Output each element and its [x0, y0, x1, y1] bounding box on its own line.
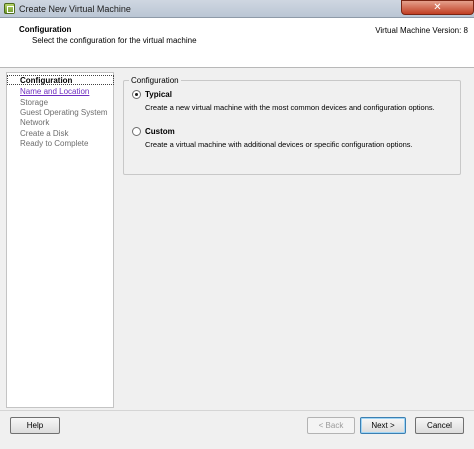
wizard-header: Configuration Select the configuration f… [0, 18, 474, 68]
help-button[interactable]: Help [10, 417, 60, 434]
back-button[interactable]: < Back [307, 417, 355, 434]
step-create-disk: Create a Disk [20, 129, 69, 138]
next-button[interactable]: Next > [360, 417, 406, 434]
custom-description: Create a virtual machine with additional… [145, 140, 413, 149]
cancel-button[interactable]: Cancel [415, 417, 464, 434]
vm-app-icon [4, 3, 15, 14]
step-ready-to-complete: Ready to Complete [20, 139, 89, 148]
group-legend: Configuration [129, 76, 181, 85]
vm-version-label: Virtual Machine Version: 8 [375, 26, 468, 35]
step-network: Network [20, 118, 50, 127]
custom-label[interactable]: Custom [145, 127, 175, 136]
step-storage: Storage [20, 98, 49, 107]
page-title: Configuration [19, 25, 72, 34]
step-configuration: Configuration [20, 76, 73, 85]
wizard-steps-panel: Configuration Name and Location Storage … [6, 72, 114, 408]
configuration-group: Configuration Typical Create a new virtu… [123, 76, 461, 175]
title-bar: Create New Virtual Machine ✕ [0, 0, 474, 18]
window-title: Create New Virtual Machine [19, 4, 131, 14]
wizard-footer: Help < Back Next > Cancel [0, 410, 474, 449]
close-button[interactable]: ✕ [401, 0, 474, 15]
typical-description: Create a new virtual machine with the mo… [145, 103, 435, 112]
typical-label[interactable]: Typical [145, 90, 172, 99]
typical-radio[interactable] [132, 90, 141, 99]
page-subtitle: Select the configuration for the virtual… [32, 36, 197, 45]
dialog-body: Configuration Name and Location Storage … [0, 68, 474, 410]
custom-radio[interactable] [132, 127, 141, 136]
content-panel: Configuration Typical Create a new virtu… [115, 72, 468, 408]
step-guest-os: Guest Operating System [20, 108, 108, 117]
step-name-and-location[interactable]: Name and Location [20, 87, 89, 96]
